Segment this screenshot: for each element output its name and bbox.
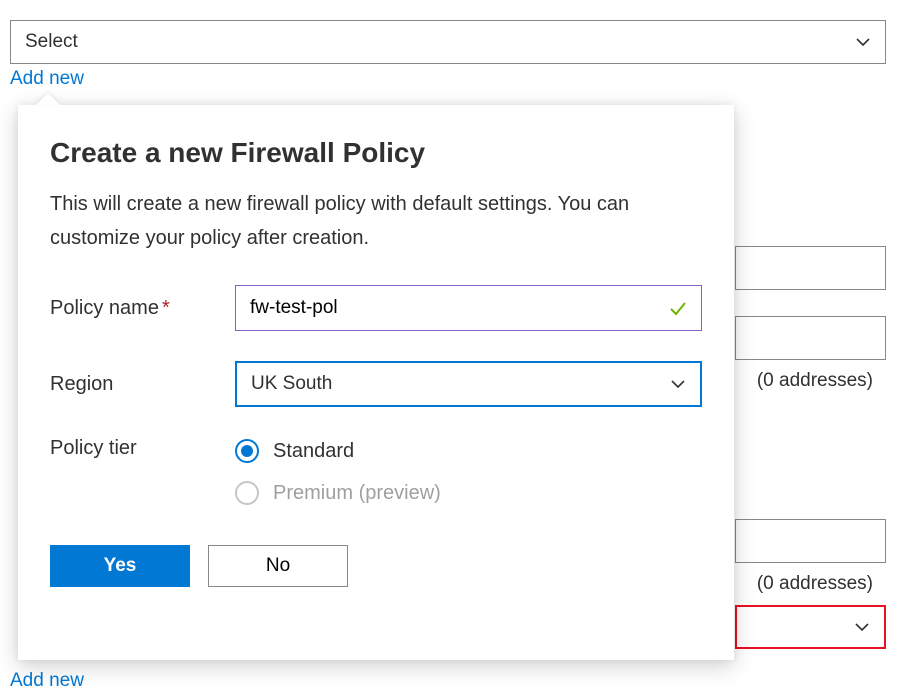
flyout-button-row: Yes No xyxy=(50,545,702,587)
chevron-down-icon xyxy=(854,619,870,635)
bg-input-2[interactable] xyxy=(735,316,886,360)
flyout-title: Create a new Firewall Policy xyxy=(50,137,702,169)
bg-input-3[interactable] xyxy=(735,519,886,563)
radio-premium-label: Premium (preview) xyxy=(273,482,441,505)
bg-input-1[interactable] xyxy=(735,246,886,290)
radio-icon xyxy=(235,439,259,463)
chevron-down-icon xyxy=(670,376,686,392)
flyout-description: This will create a new firewall policy w… xyxy=(50,187,650,255)
yes-button[interactable]: Yes xyxy=(50,545,190,587)
region-row: Region UK South xyxy=(50,361,702,407)
radio-icon xyxy=(235,481,259,505)
policy-name-label: Policy name* xyxy=(50,297,235,320)
radio-standard[interactable]: Standard xyxy=(235,439,441,463)
bg-error-select[interactable] xyxy=(735,605,886,649)
create-firewall-policy-flyout: Create a new Firewall Policy This will c… xyxy=(18,105,734,660)
region-label: Region xyxy=(50,373,235,396)
region-value: UK South xyxy=(251,373,332,395)
chevron-down-icon xyxy=(855,34,871,50)
top-policy-select[interactable]: Select xyxy=(10,20,886,64)
add-new-link[interactable]: Add new xyxy=(10,68,84,90)
policy-name-row: Policy name* xyxy=(50,285,702,331)
policy-tier-radio-group: Standard Premium (preview) xyxy=(235,437,441,505)
addresses-count-1: (0 addresses) xyxy=(757,370,873,392)
policy-tier-row: Policy tier Standard Premium (preview) xyxy=(50,437,702,505)
radio-standard-label: Standard xyxy=(273,440,354,463)
required-asterisk: * xyxy=(162,297,170,319)
radio-premium: Premium (preview) xyxy=(235,481,441,505)
region-select[interactable]: UK South xyxy=(235,361,702,407)
addresses-count-2: (0 addresses) xyxy=(757,573,873,595)
top-select-value: Select xyxy=(25,31,78,53)
policy-name-input[interactable] xyxy=(235,285,702,331)
policy-tier-label: Policy tier xyxy=(50,437,235,460)
add-new-link-2[interactable]: Add new xyxy=(10,670,84,692)
no-button[interactable]: No xyxy=(208,545,348,587)
